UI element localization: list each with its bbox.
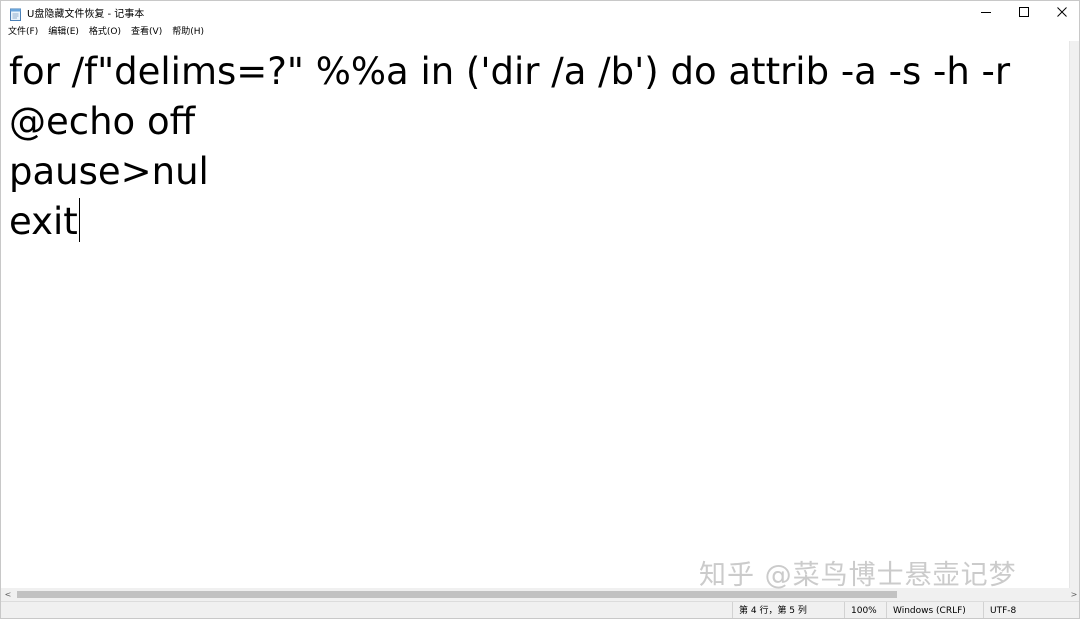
minimize-icon — [981, 12, 991, 13]
status-zoom: 100% — [844, 602, 877, 618]
editor-line-text: exit — [9, 200, 78, 243]
horizontal-scroll-thumb[interactable] — [17, 591, 897, 598]
maximize-icon — [1019, 7, 1029, 17]
close-icon — [1057, 7, 1067, 17]
status-line-ending: Windows (CRLF) — [886, 602, 966, 618]
notepad-icon — [9, 6, 22, 21]
window-title: U盘隐藏文件恢复 - 记事本 — [27, 8, 145, 20]
notepad-window: U盘隐藏文件恢复 - 记事本 文件(F) 编辑(E) 格式(O) 查看(V) 帮… — [0, 0, 1080, 619]
status-cursor-position: 第 4 行，第 5 列 — [732, 602, 807, 618]
scroll-left-arrow-icon[interactable]: < — [1, 588, 15, 601]
menu-edit[interactable]: 编辑(E) — [43, 23, 84, 41]
editor-line-last: exit — [9, 197, 1069, 247]
status-bar: 第 4 行，第 5 列 100% Windows (CRLF) UTF-8 — [1, 601, 1079, 618]
text-editor[interactable]: for /f"delims=?" %%a in ('dir /a /b') do… — [1, 41, 1069, 588]
minimize-button[interactable] — [967, 1, 1005, 23]
scroll-right-arrow-icon[interactable]: > — [1067, 588, 1079, 601]
close-button[interactable] — [1043, 1, 1079, 23]
title-bar[interactable]: U盘隐藏文件恢复 - 记事本 — [1, 1, 1079, 23]
maximize-button[interactable] — [1005, 1, 1043, 23]
text-caret — [78, 198, 81, 242]
watermark: 知乎 @菜鸟博士悬壶记梦 — [699, 560, 1017, 591]
status-encoding: UTF-8 — [983, 602, 1016, 618]
editor-line: pause>nul — [9, 150, 209, 193]
caption-buttons — [967, 1, 1079, 23]
editor-line: @echo off — [9, 100, 196, 143]
menu-format[interactable]: 格式(O) — [84, 23, 126, 41]
vertical-scrollbar[interactable] — [1069, 41, 1079, 588]
editor-line: for /f"delims=?" %%a in ('dir /a /b') do… — [9, 50, 1011, 93]
menu-view[interactable]: 查看(V) — [126, 23, 167, 41]
menu-bar: 文件(F) 编辑(E) 格式(O) 查看(V) 帮助(H) — [1, 23, 1079, 41]
menu-file[interactable]: 文件(F) — [3, 23, 43, 41]
menu-help[interactable]: 帮助(H) — [167, 23, 209, 41]
